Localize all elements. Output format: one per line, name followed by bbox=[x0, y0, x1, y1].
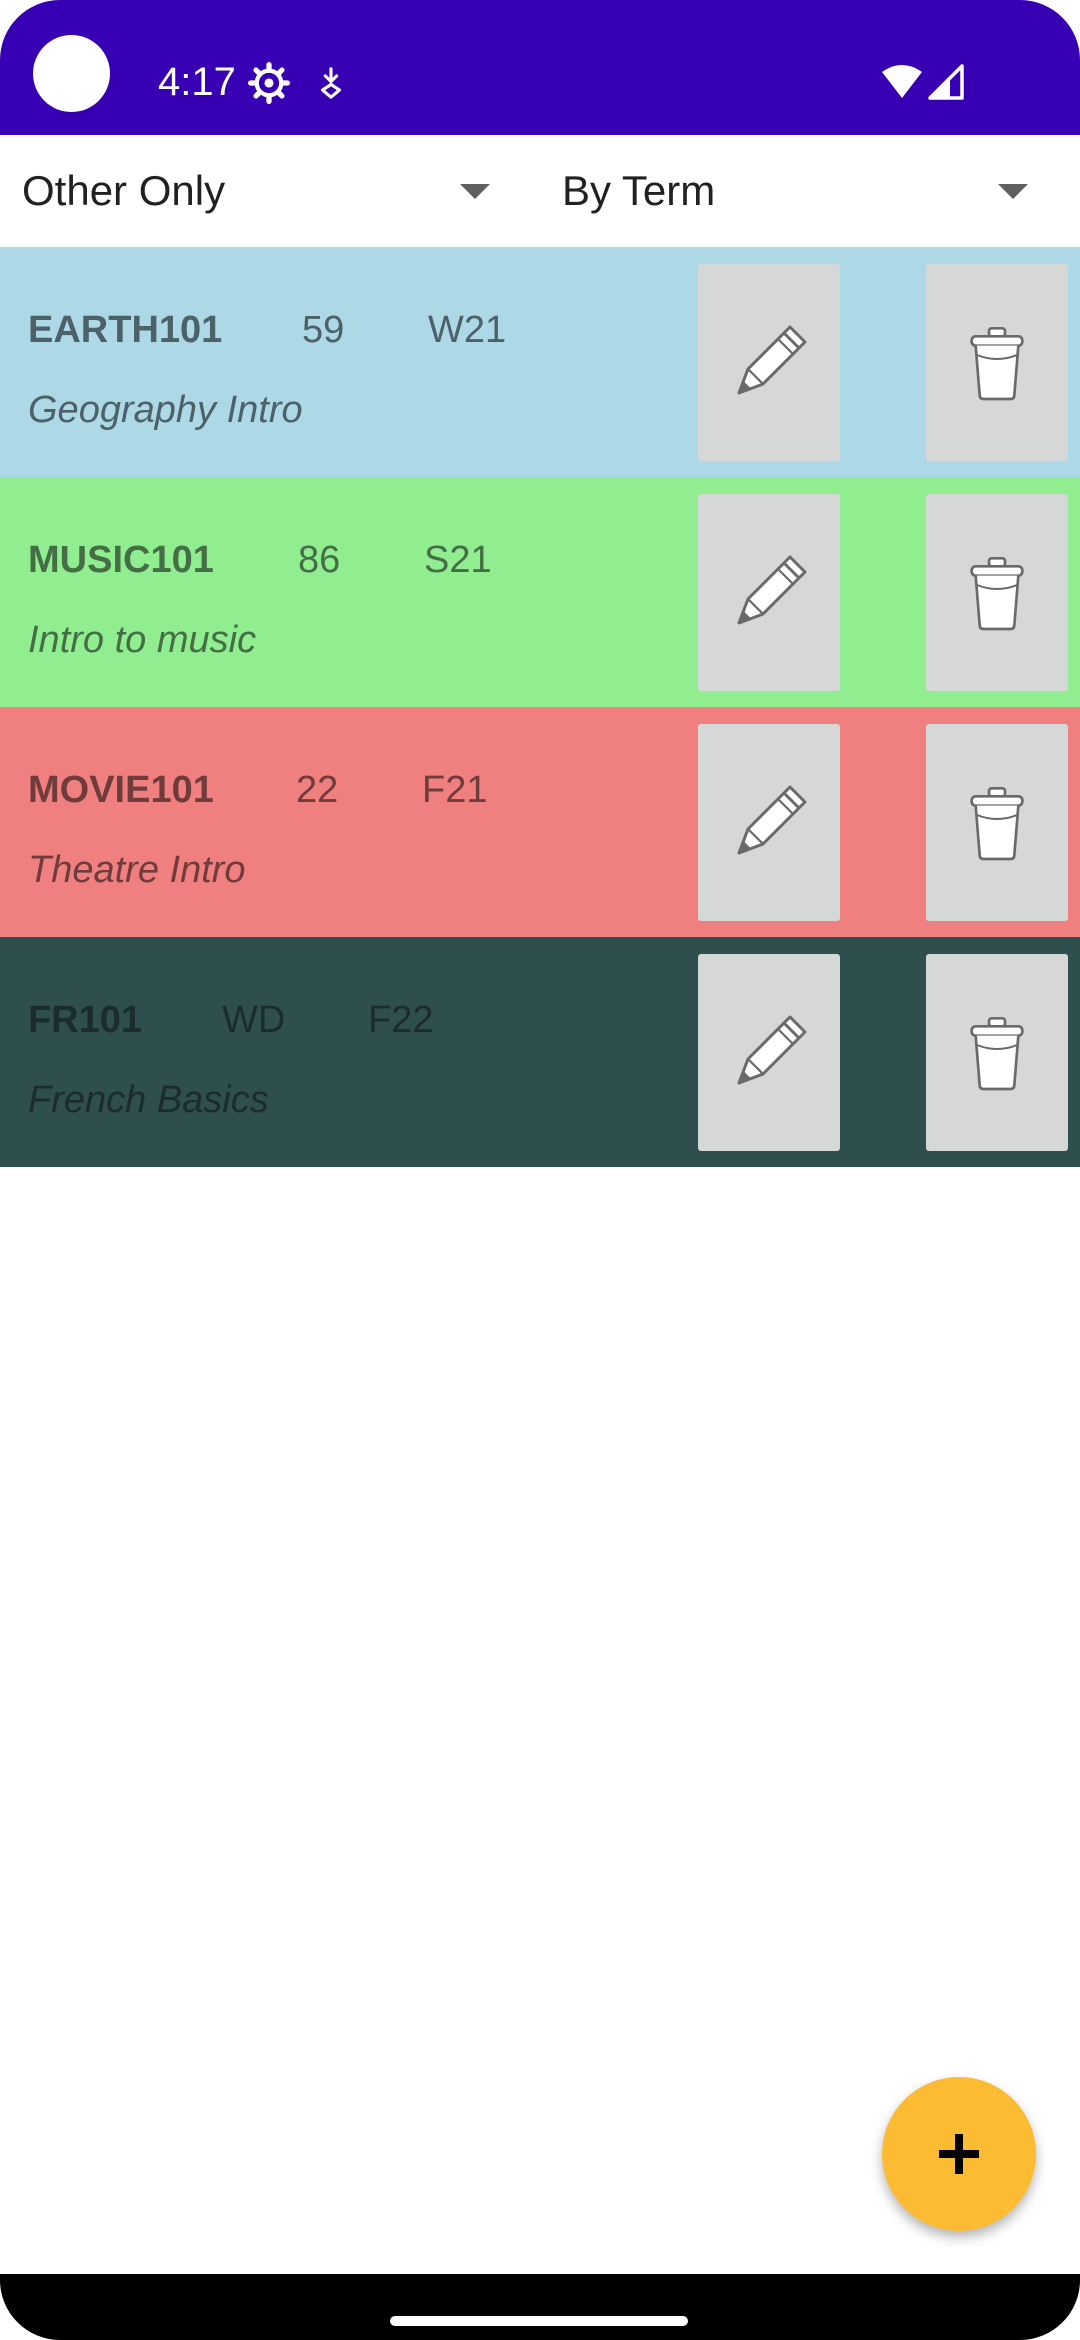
trash-icon bbox=[970, 326, 1024, 400]
course-row[interactable]: EARTH101 59 W21 Geography Intro bbox=[0, 247, 1080, 477]
sort-filter-dropdown[interactable]: By Term bbox=[562, 135, 1032, 247]
sort-filter-value: By Term bbox=[562, 167, 716, 214]
course-row[interactable]: FR101 WD F22 French Basics bbox=[0, 937, 1080, 1167]
course-title: Geography Intro bbox=[28, 389, 303, 431]
course-title: French Basics bbox=[28, 1079, 269, 1121]
download-icon bbox=[320, 67, 342, 99]
course-title: Theatre Intro bbox=[28, 849, 246, 891]
delete-course-button[interactable] bbox=[926, 494, 1068, 691]
pencil-icon bbox=[737, 325, 807, 394]
edit-course-button[interactable] bbox=[698, 494, 840, 691]
signal-icon bbox=[928, 64, 964, 100]
course-code: MUSIC101 bbox=[28, 539, 214, 581]
trash-icon bbox=[970, 786, 1024, 860]
course-grade: 59 bbox=[302, 309, 345, 351]
status-time: 4:17 bbox=[158, 60, 236, 104]
type-filter-dropdown[interactable]: Other Only bbox=[22, 135, 492, 247]
pencil-icon bbox=[737, 1015, 807, 1084]
navigation-bar bbox=[0, 2274, 1080, 2340]
course-title: Intro to music bbox=[28, 619, 257, 661]
course-grade: 86 bbox=[298, 539, 341, 581]
chevron-down-icon bbox=[460, 184, 490, 199]
trash-icon bbox=[970, 556, 1024, 630]
plus-icon bbox=[939, 2134, 979, 2174]
status-bar: 4:17 bbox=[0, 0, 1080, 135]
pencil-icon bbox=[737, 785, 807, 854]
delete-course-button[interactable] bbox=[926, 954, 1068, 1151]
course-term: S21 bbox=[424, 539, 492, 581]
add-course-button[interactable] bbox=[882, 2077, 1036, 2231]
wifi-icon bbox=[882, 65, 922, 98]
filter-bar: Other Only By Term bbox=[0, 135, 1080, 247]
course-code: FR101 bbox=[28, 999, 143, 1041]
trash-icon bbox=[970, 1016, 1024, 1090]
edit-course-button[interactable] bbox=[698, 264, 840, 461]
settings-icon bbox=[248, 62, 290, 104]
delete-course-button[interactable] bbox=[926, 724, 1068, 921]
course-term: F21 bbox=[422, 769, 488, 811]
course-grade: 22 bbox=[296, 769, 339, 811]
course-term: W21 bbox=[428, 309, 507, 351]
course-code: EARTH101 bbox=[28, 309, 223, 351]
edit-course-button[interactable] bbox=[698, 724, 840, 921]
course-row[interactable]: MOVIE101 22 F21 Theatre Intro bbox=[0, 707, 1080, 937]
course-term: F22 bbox=[368, 999, 434, 1041]
course-row[interactable]: MUSIC101 86 S21 Intro to music bbox=[0, 477, 1080, 707]
home-gesture-handle[interactable] bbox=[390, 2316, 688, 2326]
delete-course-button[interactable] bbox=[926, 264, 1068, 461]
chevron-down-icon bbox=[998, 184, 1028, 199]
course-grade: WD bbox=[222, 999, 286, 1041]
type-filter-value: Other Only bbox=[22, 167, 226, 214]
course-code: MOVIE101 bbox=[28, 769, 214, 811]
pencil-icon bbox=[737, 555, 807, 624]
edit-course-button[interactable] bbox=[698, 954, 840, 1151]
camera-cutout bbox=[33, 35, 110, 112]
